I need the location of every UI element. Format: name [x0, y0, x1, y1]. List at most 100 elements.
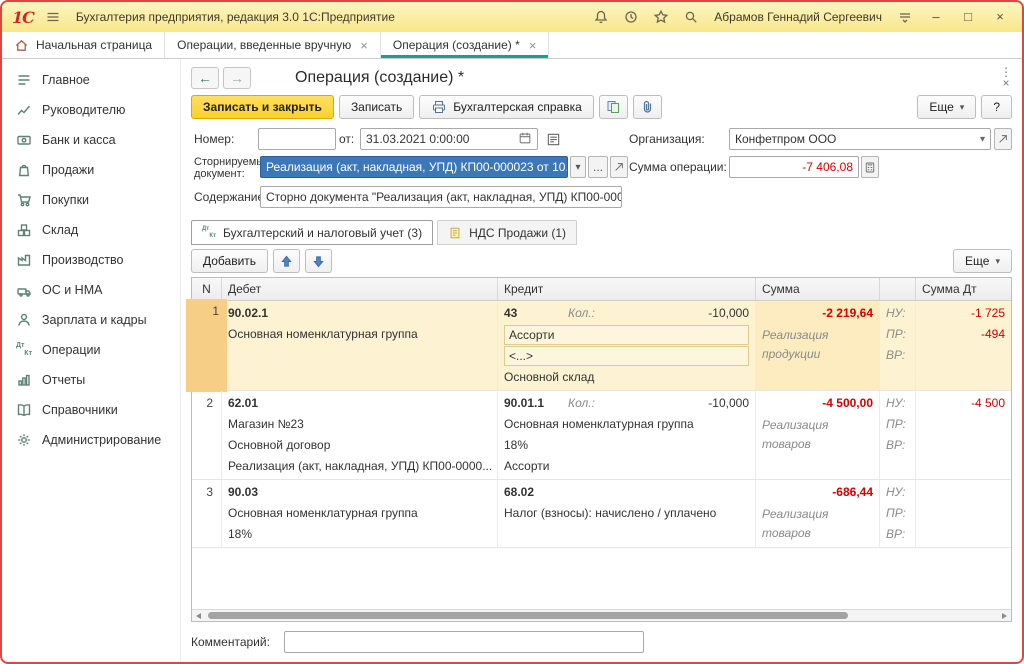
sidebar-item-bank-cash[interactable]: Банк и касса: [2, 125, 180, 155]
date-list-button[interactable]: [543, 128, 563, 150]
maximize-button[interactable]: □: [956, 7, 980, 27]
form-close-icon[interactable]: ×: [1002, 78, 1009, 89]
sidebar-item-sales[interactable]: Продажи: [2, 155, 180, 185]
col-credit[interactable]: Кредит: [498, 278, 756, 300]
attachments-button[interactable]: [633, 95, 662, 119]
tab-close-icon[interactable]: ×: [360, 38, 368, 53]
sidebar-item-fixed-assets[interactable]: ОС и НМА: [2, 275, 180, 305]
debit-cell[interactable]: 90.03 Основная номенклатурная группа 18%: [222, 480, 498, 547]
comment-input[interactable]: [284, 631, 644, 653]
tab-vat-sales[interactable]: НДС Продажи (1): [437, 220, 577, 245]
storno-open-button[interactable]: [610, 156, 628, 178]
hamburger-menu-icon[interactable]: [42, 7, 64, 27]
debit-cell[interactable]: 62.01 Магазин №23 Основной договор Реали…: [222, 391, 498, 479]
save-and-close-button[interactable]: Записать и закрыть: [191, 95, 334, 119]
help-button[interactable]: ?: [981, 95, 1012, 119]
sidebar-item-payroll-hr[interactable]: Зарплата и кадры: [2, 305, 180, 335]
credit-cell[interactable]: 90.01.1 Кол.: -10,000 Основная номенклат…: [498, 391, 756, 479]
tab-operation-create[interactable]: Операция (создание) * ×: [381, 32, 549, 58]
payroll-hr-icon: [16, 312, 32, 328]
notifications-bell-icon[interactable]: [590, 7, 612, 27]
grid-more-button[interactable]: Еще▾: [953, 249, 1012, 273]
calculator-button[interactable]: [861, 156, 879, 178]
number-label: Номер:: [194, 132, 234, 146]
sum-cell[interactable]: -2 219,64 Реализация продукции: [756, 301, 880, 390]
col-sum-dt[interactable]: Сумма Дт: [916, 278, 1011, 300]
sidebar-item-label: Главное: [42, 73, 90, 87]
organization-open-button[interactable]: [994, 128, 1012, 150]
row-number: 2: [198, 393, 213, 414]
reports-icon: [16, 372, 32, 388]
tab-accounting-tax[interactable]: ДтКт Бухгалтерский и налоговый учет (3): [191, 220, 433, 245]
credit-cell[interactable]: 68.02 Налог (взносы): начислено / уплаче…: [498, 480, 756, 547]
grid-toolbar: Добавить Еще▾: [181, 245, 1022, 277]
service-menu-icon[interactable]: [894, 7, 916, 27]
sidebar-item-main[interactable]: Главное: [2, 65, 180, 95]
debit-cell[interactable]: 90.02.1 Основная номенклатурная группа: [222, 301, 498, 390]
search-icon[interactable]: [680, 7, 702, 27]
col-n[interactable]: N: [192, 278, 222, 300]
calendar-icon[interactable]: [518, 131, 532, 148]
sidebar-item-label: Продажи: [42, 163, 94, 177]
window-title: Бухгалтерия предприятия, редакция 3.0 1С…: [76, 10, 395, 24]
sidebar-item-directories[interactable]: Справочники: [2, 395, 180, 425]
sidebar-item-administration[interactable]: Администрирование: [2, 425, 180, 455]
favorites-star-icon[interactable]: [650, 7, 672, 27]
tax-labels-cell: НУ: ПР: ВР:: [880, 301, 916, 390]
content-label: Содержание:: [194, 190, 267, 204]
history-icon[interactable]: [620, 7, 642, 27]
credit-cell[interactable]: 43 Кол.: -10,000 Ассорти <...> Основной …: [498, 301, 756, 390]
minimize-button[interactable]: –: [924, 7, 948, 27]
table-row[interactable]: 2 62.01 Магазин №23 Основной договор Реа…: [192, 391, 1011, 480]
scroll-left-icon[interactable]: [196, 613, 201, 619]
sum-dt-cell[interactable]: [916, 480, 1011, 547]
sidebar-item-label: Банк и касса: [42, 133, 116, 147]
close-window-button[interactable]: ×: [988, 7, 1012, 27]
number-input[interactable]: [258, 128, 336, 150]
scrollbar-thumb[interactable]: [208, 612, 848, 619]
forward-button[interactable]: →: [223, 67, 251, 89]
sidebar-item-label: Администрирование: [42, 433, 161, 447]
scroll-right-icon[interactable]: [1002, 613, 1007, 619]
operations-dtkt-icon: ДтКт: [16, 342, 32, 358]
sum-cell[interactable]: -686,44 Реализация товаров: [756, 480, 880, 547]
tab-home[interactable]: Начальная страница: [2, 32, 165, 58]
purchases-cart-icon: [16, 192, 32, 208]
sum-dt-cell[interactable]: -1 725 -494: [916, 301, 1011, 390]
move-up-button[interactable]: [273, 249, 300, 273]
storno-document-input[interactable]: Реализация (акт, накладная, УПД) КП00-00…: [260, 156, 568, 178]
accounting-reference-button[interactable]: Бухгалтерская справка: [419, 95, 594, 119]
more-button[interactable]: Еще▾: [917, 95, 976, 119]
back-button[interactable]: ←: [191, 67, 219, 89]
sidebar-item-reports[interactable]: Отчеты: [2, 365, 180, 395]
sidebar-item-production[interactable]: Производство: [2, 245, 180, 275]
horizontal-scrollbar[interactable]: [192, 609, 1011, 621]
chevron-down-icon: ▾: [995, 256, 1000, 267]
sidebar-item-manager[interactable]: Руководителю: [2, 95, 180, 125]
storno-choose-button[interactable]: ...: [588, 156, 608, 178]
tab-manual-operations[interactable]: Операции, введенные вручную ×: [165, 32, 381, 58]
current-user[interactable]: Абрамов Геннадий Сергеевич: [714, 10, 882, 24]
table-row[interactable]: 3 90.03 Основная номенклатурная группа 1…: [192, 480, 1011, 548]
move-down-button[interactable]: [305, 249, 332, 273]
add-row-button[interactable]: Добавить: [191, 249, 268, 273]
sidebar-item-warehouse[interactable]: Склад: [2, 215, 180, 245]
storno-dropdown-button[interactable]: ▾: [570, 156, 586, 178]
open-windows-tabbar: Начальная страница Операции, введенные в…: [2, 32, 1022, 59]
chevron-down-icon[interactable]: ▾: [980, 134, 985, 145]
sidebar-item-purchases[interactable]: Покупки: [2, 185, 180, 215]
date-input[interactable]: 31.03.2021 0:00:00: [360, 128, 538, 150]
sidebar-item-operations[interactable]: ДтКт Операции: [2, 335, 180, 365]
sum-cell[interactable]: -4 500,00 Реализация товаров: [756, 391, 880, 479]
operation-amount-input[interactable]: -7 406,08: [729, 156, 859, 178]
organization-combo[interactable]: Конфетпром ООО ▾: [729, 128, 991, 150]
col-sum[interactable]: Сумма: [756, 278, 880, 300]
related-documents-button[interactable]: [599, 95, 628, 119]
save-button[interactable]: Записать: [339, 95, 414, 119]
content-input[interactable]: Сторно документа "Реализация (акт, накла…: [260, 186, 622, 208]
sum-dt-cell[interactable]: -4 500: [916, 391, 1011, 479]
table-row[interactable]: 1 90.02.1 Основная номенклатурная группа…: [192, 301, 1011, 391]
tab-close-icon[interactable]: ×: [529, 38, 537, 53]
sidebar-item-label: Справочники: [42, 403, 118, 417]
col-debit[interactable]: Дебет: [222, 278, 498, 300]
